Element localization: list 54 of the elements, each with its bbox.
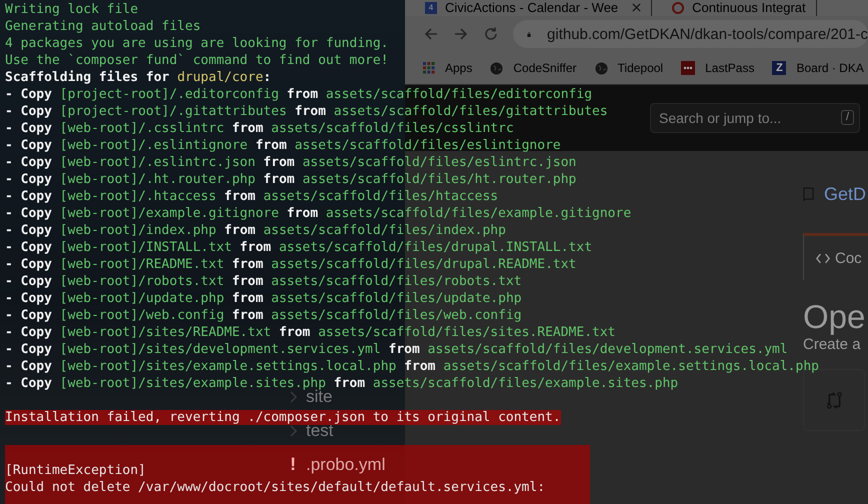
copy-log-line: - Copy [web-root]/INSTALL.txt from assets/scaffold/files/drupal.INSTALL.txt — [5, 239, 592, 256]
bookmark[interactable]: Tidepool — [594, 61, 664, 75]
copy-log-line: - Copy [project-root]/.editorconfig from assets/scaffold/files/editorconfig — [5, 86, 592, 103]
forward-icon[interactable] — [453, 26, 469, 42]
bookmark[interactable]: CodeSniffer — [490, 61, 577, 75]
log-line: Scaffolding files for drupal/core: — [5, 69, 272, 86]
copy-log-line: - Copy [web-root]/.ht.router.php from assets/scaffold/files/ht.router.php — [5, 171, 576, 188]
copy-log-line: - Copy [web-root]/sites/development.services.yml from assets/scaffold/files/development.services.yml — [5, 341, 788, 358]
apps-grid-icon — [423, 62, 435, 74]
code-icon — [816, 252, 830, 264]
copy-log-line: - Copy [web-root]/robots.txt from assets/scaffold/files/robots.txt — [5, 273, 522, 290]
repository-name[interactable]: GetD — [824, 184, 866, 205]
back-icon[interactable] — [423, 26, 439, 42]
board-icon: Z — [772, 61, 786, 75]
copy-log-line: - Copy [web-root]/update.php from assets/scaffold/files/update.php — [5, 290, 522, 307]
copy-log-line: - Copy [web-root]/README.txt from assets/scaffold/files/drupal.README.txt — [5, 256, 576, 273]
copy-log-line: - Copy [web-root]/.csslintrc from assets/scaffold/files/csslintrc — [5, 120, 514, 137]
copy-log-line: - Copy [web-root]/sites/example.sites.php from assets/scaffold/files/example.sites.php — [5, 375, 678, 391]
copy-log-line: - Copy [web-root]/example.gitignore from assets/scaffold/files/example.gitignore — [5, 205, 632, 222]
bookmark[interactable]: Apps — [423, 61, 472, 75]
ring-icon — [672, 2, 684, 14]
copy-log-line: - Copy [web-root]/sites/example.settings.local.php from assets/scaffold/files/example.settings.local.php — [5, 358, 819, 375]
page-heading: Ope — [803, 298, 866, 336]
copy-log-line: - Copy [web-root]/.htaccess from assets/scaffold/files/htaccess — [5, 188, 498, 205]
globe-icon — [594, 62, 608, 74]
copy-log-line: - Copy [web-root]/index.php from assets/scaffold/files/index.php — [5, 222, 506, 239]
error-message: Installation failed, reverting ./composer.json to its original content. — [5, 410, 561, 425]
log-line: Writing lock file — [5, 1, 138, 18]
close-icon[interactable] — [632, 3, 642, 12]
copy-log-line: - Copy [web-root]/.eslintignore from assets/scaffold/files/eslintignore — [5, 137, 561, 154]
compare-arrows-icon — [826, 390, 842, 410]
file-name[interactable]: .probo.yml — [306, 455, 386, 474]
chevron-icon — [290, 424, 298, 436]
shortcut-key: / — [840, 110, 854, 125]
calendar-icon: 4 — [425, 2, 437, 14]
copy-log-line: - Copy [web-root]/sites/README.txt from assets/scaffold/files/sites.README.txt — [5, 324, 616, 341]
reload-icon[interactable] — [483, 26, 499, 42]
bookmark[interactable]: Z Board · DKA — [772, 61, 864, 75]
page-subheading: Create a — [803, 336, 862, 353]
log-line: Generating autoload files — [5, 18, 201, 35]
dots-icon — [681, 61, 696, 75]
chevron-icon — [290, 390, 298, 402]
bookmark[interactable]: LastPass — [681, 61, 754, 75]
warning-mark: ! — [290, 454, 297, 475]
log-line: Use the `composer fund` command to find out more! — [5, 52, 389, 69]
exception-message: Could not delete /var/www/docroot/sites/default/default.services.yml: — [5, 479, 546, 496]
copy-log-line: - Copy [project-root]/.gitattributes from assets/scaffold/files/gitattributes — [5, 103, 608, 120]
log-line: 4 packages you are using are looking for funding. — [5, 35, 389, 52]
copy-log-line: - Copy [web-root]/.eslintrc.json from assets/scaffold/files/eslintrc.json — [5, 154, 576, 171]
globe-icon — [490, 62, 504, 74]
copy-log-line: - Copy [web-root]/web.config from assets/scaffold/files/web.config — [5, 307, 522, 324]
address-bar[interactable]: github.com/GetDKAN/dkan-tools/compare/201-c — [513, 20, 868, 48]
exception-title: [RuntimeException] — [5, 462, 146, 479]
code-tab[interactable]: Coc — [803, 233, 868, 280]
